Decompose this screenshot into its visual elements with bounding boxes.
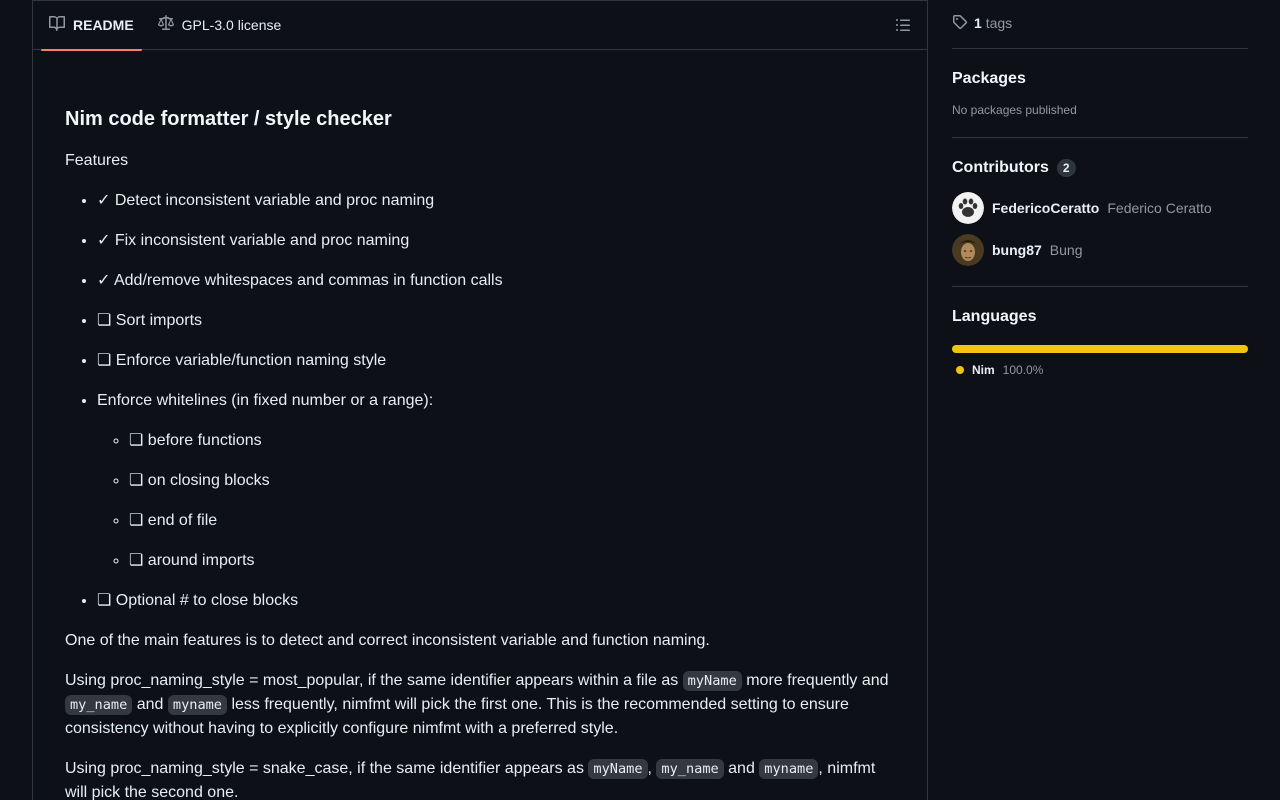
list-item: ❏ Enforce variable/function naming style bbox=[97, 349, 895, 373]
whitelines-label: Enforce whitelines (in fixed number or a… bbox=[97, 392, 434, 409]
list-item: ✓ Add/remove whitespaces and commas in f… bbox=[97, 269, 895, 293]
text-span: and bbox=[723, 760, 760, 777]
language-bar bbox=[952, 345, 1248, 353]
features-label: Features bbox=[65, 152, 129, 169]
tab-license-label: GPL-3.0 license bbox=[181, 16, 282, 33]
list-item-whitelines: Enforce whitelines (in fixed number or a… bbox=[97, 389, 895, 573]
outline-button[interactable] bbox=[895, 17, 911, 33]
list-item: ❏ Sort imports bbox=[97, 309, 895, 333]
text-span: more frequently and bbox=[741, 672, 889, 689]
tags-text: 1 tags bbox=[974, 15, 1012, 31]
sublist-item: ❏ on closing blocks bbox=[129, 469, 895, 493]
book-icon bbox=[49, 15, 65, 34]
readme-panel: README GPL-3.0 license Nim code formatte… bbox=[32, 0, 928, 800]
contributor-item[interactable]: FedericoCeratto Federico Ceratto bbox=[952, 192, 1248, 224]
contributors-count-badge: 2 bbox=[1056, 159, 1076, 177]
languages-section: Languages Nim 100.0% bbox=[952, 286, 1248, 397]
list-item: ✓ Fix inconsistent variable and proc nam… bbox=[97, 229, 895, 253]
features-list: ✓ Detect inconsistent variable and proc … bbox=[65, 189, 895, 613]
contributor-login[interactable]: bung87 bbox=[992, 242, 1042, 258]
packages-title[interactable]: Packages bbox=[952, 67, 1248, 91]
list-item: ❏ Optional # to close blocks bbox=[97, 589, 895, 613]
paw-avatar-icon bbox=[952, 192, 984, 224]
portrait-avatar-icon bbox=[952, 234, 984, 266]
contributor-name: Bung bbox=[1049, 242, 1083, 258]
avatar[interactable] bbox=[952, 192, 984, 224]
tab-license[interactable]: GPL-3.0 license bbox=[150, 0, 290, 50]
inline-code: myname bbox=[167, 695, 227, 715]
inline-code: my_name bbox=[65, 695, 133, 715]
readme-tabbar: README GPL-3.0 license bbox=[33, 0, 927, 51]
paragraph-main-feature: One of the main features is to detect an… bbox=[65, 632, 710, 649]
contributor-item[interactable]: bung87 Bung bbox=[952, 234, 1248, 266]
language-color-dot bbox=[956, 366, 964, 374]
tab-readme-label: README bbox=[73, 16, 134, 33]
contributor-login[interactable]: FedericoCeratto bbox=[992, 200, 1099, 216]
inline-code: myname bbox=[759, 759, 819, 779]
paragraph-most-popular: Using proc_naming_style = most_popular, … bbox=[65, 669, 895, 741]
contributor-name: Federico Ceratto bbox=[1107, 200, 1212, 216]
repo-sidebar: 1 tags Packages No packages published Co… bbox=[952, 0, 1248, 397]
avatar[interactable] bbox=[952, 234, 984, 266]
tags-link[interactable]: 1 tags bbox=[952, 0, 1248, 48]
tab-readme[interactable]: README bbox=[41, 0, 142, 51]
contributors-section: Contributors 2 FedericoCeratto Federico … bbox=[952, 137, 1248, 286]
inline-code: myName bbox=[682, 671, 742, 691]
language-percent: 100.0% bbox=[1002, 363, 1044, 377]
tag-icon bbox=[952, 14, 968, 33]
text-span: Using proc_naming_style = snake_case, if… bbox=[65, 760, 589, 777]
contributors-heading: Contributors 2 bbox=[952, 156, 1248, 180]
whitelines-sublist: ❏ before functions ❏ on closing blocks ❏… bbox=[97, 429, 895, 573]
list-item: ✓ Detect inconsistent variable and proc … bbox=[97, 189, 895, 213]
text-span: and bbox=[132, 696, 168, 713]
sublist-item: ❏ end of file bbox=[129, 509, 895, 533]
language-name: Nim bbox=[972, 363, 995, 377]
text-span: Using proc_naming_style = most_popular, … bbox=[65, 672, 683, 689]
languages-title: Languages bbox=[952, 308, 1037, 325]
packages-section: Packages No packages published bbox=[952, 48, 1248, 137]
inline-code: my_name bbox=[656, 759, 724, 779]
tags-label: tags bbox=[985, 15, 1013, 31]
language-item[interactable]: Nim 100.0% bbox=[952, 363, 1248, 377]
contributors-title[interactable]: Contributors bbox=[952, 156, 1049, 180]
tags-count: 1 bbox=[974, 15, 982, 31]
packages-empty-text: No packages published bbox=[952, 103, 1077, 117]
paragraph-snake-case: Using proc_naming_style = snake_case, if… bbox=[65, 757, 895, 800]
list-unordered-icon bbox=[895, 19, 911, 37]
readme-heading: Nim code formatter / style checker bbox=[65, 108, 392, 130]
sublist-item: ❏ before functions bbox=[129, 429, 895, 453]
inline-code: myName bbox=[588, 759, 648, 779]
readme-content: Nim code formatter / style checker Featu… bbox=[33, 50, 927, 800]
law-icon bbox=[157, 15, 174, 34]
sublist-item: ❏ around imports bbox=[129, 549, 895, 573]
